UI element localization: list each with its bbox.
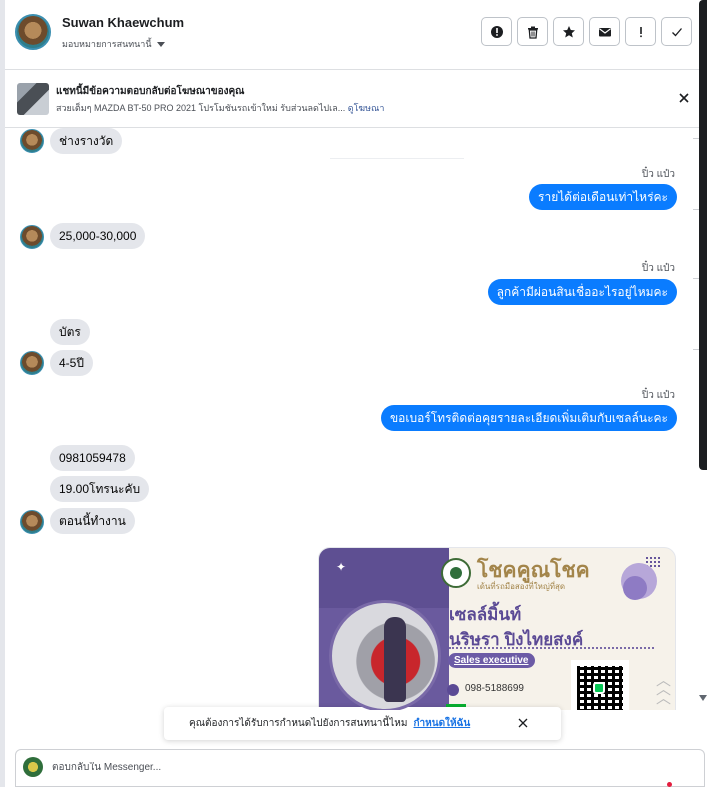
ad-reply-banner: แชทนี้มีข้อความตอบกลับต่อโฆษณาของคุณ สวย… [5,70,699,128]
reply-input[interactable] [52,762,652,773]
card-role: เซลล์มิ้นท์ [449,605,522,624]
ad-thumbnail[interactable] [17,83,49,115]
mark-done-button[interactable] [661,17,692,46]
page-avatar [23,757,43,777]
star-icon [562,25,575,37]
card-phone: 098-5188699 [465,683,524,694]
incoming-message[interactable]: 25,000-30,000 [50,223,146,249]
close-icon[interactable] [517,717,529,729]
decorative-circle [623,576,647,600]
incoming-message[interactable]: ตอนนี้ทำงาน [50,508,135,534]
outgoing-message[interactable]: ลูกค้ามีผ่อนสินเชื่ออะไรอยู่ไหมคะ [487,279,677,305]
conversation-header: Suwan Khaewchum มอบหมายการสนทนานี้ [5,0,699,70]
alert-circle-icon [490,25,503,38]
assign-notice: คุณต้องการได้รับการกำหนดไปยังการสนทนานี้… [164,707,561,740]
assign-notice-text: คุณต้องการได้รับการกำหนดไปยังการสนทนานี้… [189,718,408,729]
contact-avatar-small [20,225,44,249]
card-tagline: เด้นที่รถมือสองที่ใหญ่ที่สุด [477,582,566,591]
envelope-icon [598,27,611,36]
ad-banner-title: แชทนี้มีข้อความตอบกลับต่อโฆษณาของคุณ [56,86,245,97]
exclamation-icon [639,26,642,37]
reaction-icon[interactable] [667,782,672,787]
conversation-toolbar [481,17,692,46]
mark-spam-button[interactable] [481,17,512,46]
sender-name: ปิ๋ว แป๋ว [641,390,675,401]
check-icon [671,27,682,36]
reply-composer [15,749,705,787]
mark-unread-button[interactable] [589,17,620,46]
contact-avatar-small [20,129,44,153]
star-button[interactable] [553,17,584,46]
contact-name[interactable]: Suwan Khaewchum [62,15,184,30]
card-job-title: Sales executive [448,653,535,668]
assign-dropdown[interactable]: มอบหมายการสนทนานี้ [62,37,165,51]
card-photo [329,600,441,710]
delete-button[interactable] [517,17,548,46]
scroll-down-icon[interactable] [699,695,707,701]
assign-to-me-link[interactable]: กำหนดให้ฉัน [413,716,470,731]
thread-divider [330,158,464,159]
line-app-icon [593,682,605,694]
sender-name: ปิ๋ว แป๋ว [641,169,675,180]
chevron-up-icon: ︿ ︿ ︿ [655,672,671,707]
business-card-image[interactable]: ✦ โชคคูณโชค เด้นที่รถมือสองที่ใหญ่ที่สุด… [318,547,676,710]
contact-avatar-small [20,351,44,375]
sender-name: ปิ๋ว แป๋ว [641,263,675,274]
person-figure [384,617,406,702]
incoming-message[interactable]: ช่างรางวัด [50,128,123,154]
phone-icon [447,684,459,696]
contact-avatar[interactable] [15,14,51,50]
right-panel-edge [699,0,707,470]
dotted-divider [449,647,654,649]
follow-up-button[interactable] [625,17,656,46]
incoming-message[interactable]: 0981059478 [50,445,135,471]
incoming-message[interactable]: 19.00โทรนะคับ [50,476,150,502]
incoming-message[interactable]: บัตร [50,319,90,345]
close-icon[interactable] [677,91,691,105]
view-ad-link[interactable]: ดูโฆษณา [348,103,385,113]
ad-description-text: สวยเต็มๆ MAZDA BT-50 PRO 2021 โปรโมชันรถ… [56,103,346,113]
outgoing-message[interactable]: รายได้ต่อเดือนเท่าไหร่คะ [529,184,677,210]
outgoing-message[interactable]: ขอเบอร์โทรติดต่อคุยรายละเอียดเพิ่มเติมกั… [380,405,677,431]
trash-icon [527,26,538,39]
ad-banner-description: สวยเต็มๆ MAZDA BT-50 PRO 2021 โปรโมชันรถ… [56,101,384,115]
incoming-message[interactable]: 4-5ปี [50,350,93,376]
assign-label: มอบหมายการสนทนานี้ [62,39,152,49]
caret-down-icon [156,41,165,47]
message-thread[interactable]: ช่างรางวัด ปิ๋ว แป๋ว รายได้ต่อเดือนเท่าไ… [5,128,699,710]
contact-avatar-small [20,510,44,534]
sparkle-icon: ✦ [336,560,347,574]
brand-logo [441,558,471,588]
